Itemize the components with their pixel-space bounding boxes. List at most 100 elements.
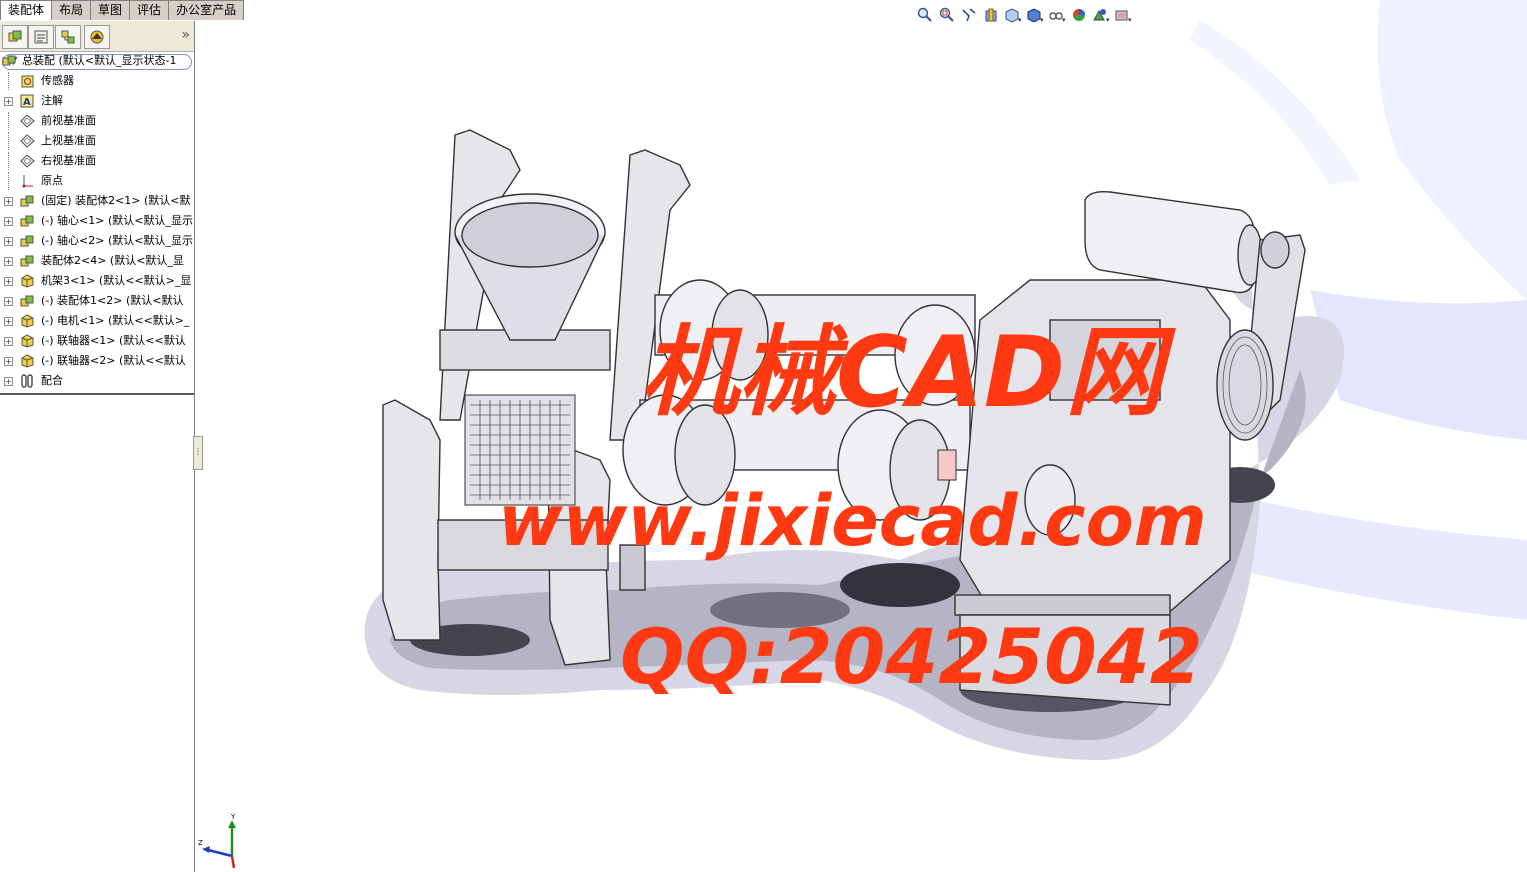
tree-connector: [8, 132, 9, 150]
plane-icon: [20, 154, 35, 168]
tree-item[interactable]: + 机架3<1> (默认<<默认>_显: [0, 272, 194, 290]
plane-icon: [20, 114, 35, 128]
tree-item[interactable]: + (-) 联轴器<2> (默认<<默认: [0, 352, 194, 370]
tree-item[interactable]: 原点: [0, 172, 194, 190]
sensor-icon: [20, 74, 35, 88]
expand-toggle-icon[interactable]: +: [4, 237, 13, 246]
tree-item-label: 机架3<1> (默认<<默认>_显: [41, 274, 192, 287]
expand-toggle-icon[interactable]: +: [4, 317, 13, 326]
tree-item[interactable]: + (固定) 装配体2<1> (默认<默: [0, 192, 194, 210]
tree-connector: [8, 172, 9, 190]
tree-item[interactable]: + (-) 装配体1<2> (默认<默认: [0, 292, 194, 310]
tree-item[interactable]: + (-) 轴心<1> (默认<默认_显示: [0, 212, 194, 230]
mates-icon: [20, 374, 35, 388]
watermark-url: www.jixiecad.com: [498, 480, 1207, 562]
tree-item[interactable]: + (-) 联轴器<1> (默认<<默认: [0, 332, 194, 350]
heads-up-view-toolbar: ▾ ▾ ▾ ▾ ▾: [915, 5, 1133, 25]
expand-toggle-icon[interactable]: +: [4, 357, 13, 366]
view-settings-icon[interactable]: ▾: [1113, 5, 1133, 25]
panel-tab-bar: »: [0, 21, 194, 52]
tree-item-label: 传感器: [41, 74, 74, 87]
svg-text:A: A: [23, 97, 31, 108]
tree-item-label: (-) 轴心<2> (默认<默认_显示: [41, 234, 193, 247]
featuremanager-icon[interactable]: [2, 25, 28, 49]
tree-item-label: (-) 轴心<1> (默认<默认_显示: [41, 214, 193, 227]
propertymanager-icon[interactable]: [28, 25, 54, 49]
svg-text:▾: ▾: [1040, 16, 1044, 23]
reference-triad: Y Z: [198, 813, 236, 869]
tree-item-label: (固定) 装配体2<1> (默认<默: [41, 194, 191, 207]
assembly-icon: [20, 194, 35, 208]
expand-toggle-icon[interactable]: +: [4, 377, 13, 386]
tree-connector: [8, 112, 9, 130]
section-view-icon[interactable]: [981, 5, 1001, 25]
zoom-to-fit-icon[interactable]: [915, 5, 935, 25]
tab-sketch[interactable]: 草图: [90, 0, 131, 20]
expand-toggle-icon[interactable]: +: [4, 297, 13, 306]
tree-item-label: 上视基准面: [41, 134, 96, 147]
tree-item-label: 前视基准面: [41, 114, 96, 127]
previous-view-icon[interactable]: [959, 5, 979, 25]
tree-item-label: (-) 装配体1<2> (默认<默认: [41, 294, 184, 307]
expand-toggle-icon[interactable]: +: [4, 217, 13, 226]
tree-item[interactable]: + A 注解: [0, 92, 194, 110]
tree-root-item[interactable]: 总装配 (默认<默认_显示状态-1: [0, 52, 194, 70]
expand-toggle-icon[interactable]: +: [4, 197, 13, 206]
tree-root-label: 总装配 (默认<默认_显示状态-1: [22, 54, 177, 67]
apply-scene-icon[interactable]: ▾: [1091, 5, 1111, 25]
assembly-icon: [20, 214, 35, 228]
tree-item-label: 右视基准面: [41, 154, 96, 167]
tree-connector: [8, 152, 9, 170]
edit-appearance-icon[interactable]: [1069, 5, 1089, 25]
annotation-icon: A: [20, 94, 35, 108]
part-icon: [20, 274, 35, 288]
tree-item[interactable]: 传感器: [0, 72, 194, 90]
zoom-area-icon[interactable]: [937, 5, 957, 25]
tree-item[interactable]: + (-) 轴心<2> (默认<默认_显示: [0, 232, 194, 250]
watermark-qq: QQ:20425042: [620, 612, 1203, 701]
triad-y-label: Y: [230, 813, 236, 821]
tree-item[interactable]: 前视基准面: [0, 112, 194, 130]
expand-toggle-icon[interactable]: +: [4, 257, 13, 266]
tree-item[interactable]: 上视基准面: [0, 132, 194, 150]
tree-item-label: 注解: [41, 94, 63, 107]
svg-text:▾: ▾: [1062, 16, 1066, 23]
tab-assembly[interactable]: 装配体: [0, 0, 53, 20]
expand-toggle-icon[interactable]: +: [4, 337, 13, 346]
svg-text:▾: ▾: [1018, 16, 1022, 23]
plane-icon: [20, 134, 35, 148]
watermark-title: 机械CAD网: [640, 316, 1164, 430]
tree-item[interactable]: + (-) 电机<1> (默认<<默认>_: [0, 312, 194, 330]
expand-panel-icon[interactable]: »: [181, 27, 190, 43]
configurationmanager-icon[interactable]: [55, 25, 81, 49]
tree-item-label: 原点: [41, 174, 63, 187]
svg-text:▾: ▾: [1128, 16, 1132, 23]
tree-item[interactable]: + 配合: [0, 372, 194, 390]
tree-item-label: (-) 联轴器<1> (默认<<默认: [41, 334, 186, 347]
tree-connector: [8, 72, 9, 90]
tree-item[interactable]: + 装配体2<4> (默认<默认_显: [0, 252, 194, 270]
root-assembly-icon: [2, 54, 17, 68]
graphics-viewport[interactable]: [196, 0, 1527, 872]
part-icon: [20, 354, 35, 368]
triad-z-label: Z: [198, 839, 203, 847]
tree-item-label: (-) 电机<1> (默认<<默认>_: [41, 314, 190, 327]
appearance-icon[interactable]: [84, 25, 110, 49]
tab-layout[interactable]: 布局: [51, 0, 92, 20]
tab-evaluate[interactable]: 评估: [129, 0, 170, 20]
assembly-icon: [20, 294, 35, 308]
hide-show-icon[interactable]: ▾: [1047, 5, 1067, 25]
part-icon: [20, 314, 35, 328]
assembly-icon: [20, 234, 35, 248]
tree-item-label: 装配体2<4> (默认<默认_显: [41, 254, 184, 267]
origin-icon: [20, 174, 35, 188]
tree-item-label: 配合: [41, 374, 63, 387]
tree-item-label: (-) 联轴器<2> (默认<<默认: [41, 354, 186, 367]
expand-toggle-icon[interactable]: +: [4, 277, 13, 286]
view-orientation-icon[interactable]: ▾: [1003, 5, 1023, 25]
tree-item[interactable]: 右视基准面: [0, 152, 194, 170]
display-style-icon[interactable]: ▾: [1025, 5, 1045, 25]
svg-text:▾: ▾: [1106, 16, 1110, 23]
expand-toggle-icon[interactable]: +: [4, 97, 13, 106]
panel-divider: [0, 393, 194, 395]
